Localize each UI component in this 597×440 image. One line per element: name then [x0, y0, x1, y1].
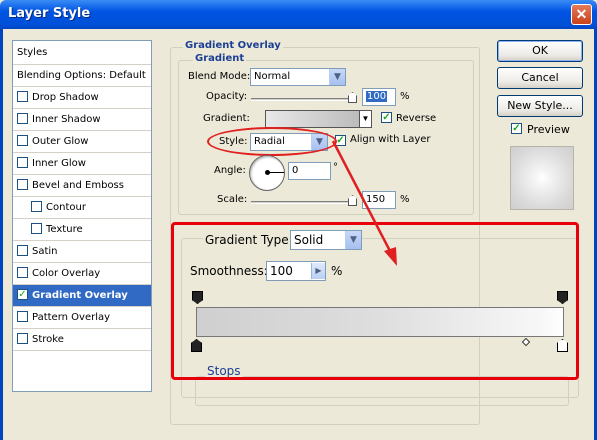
arrow-head — [384, 247, 397, 266]
red-annotation-arrow-icon — [331, 140, 397, 266]
arrow-shaft — [331, 140, 393, 254]
